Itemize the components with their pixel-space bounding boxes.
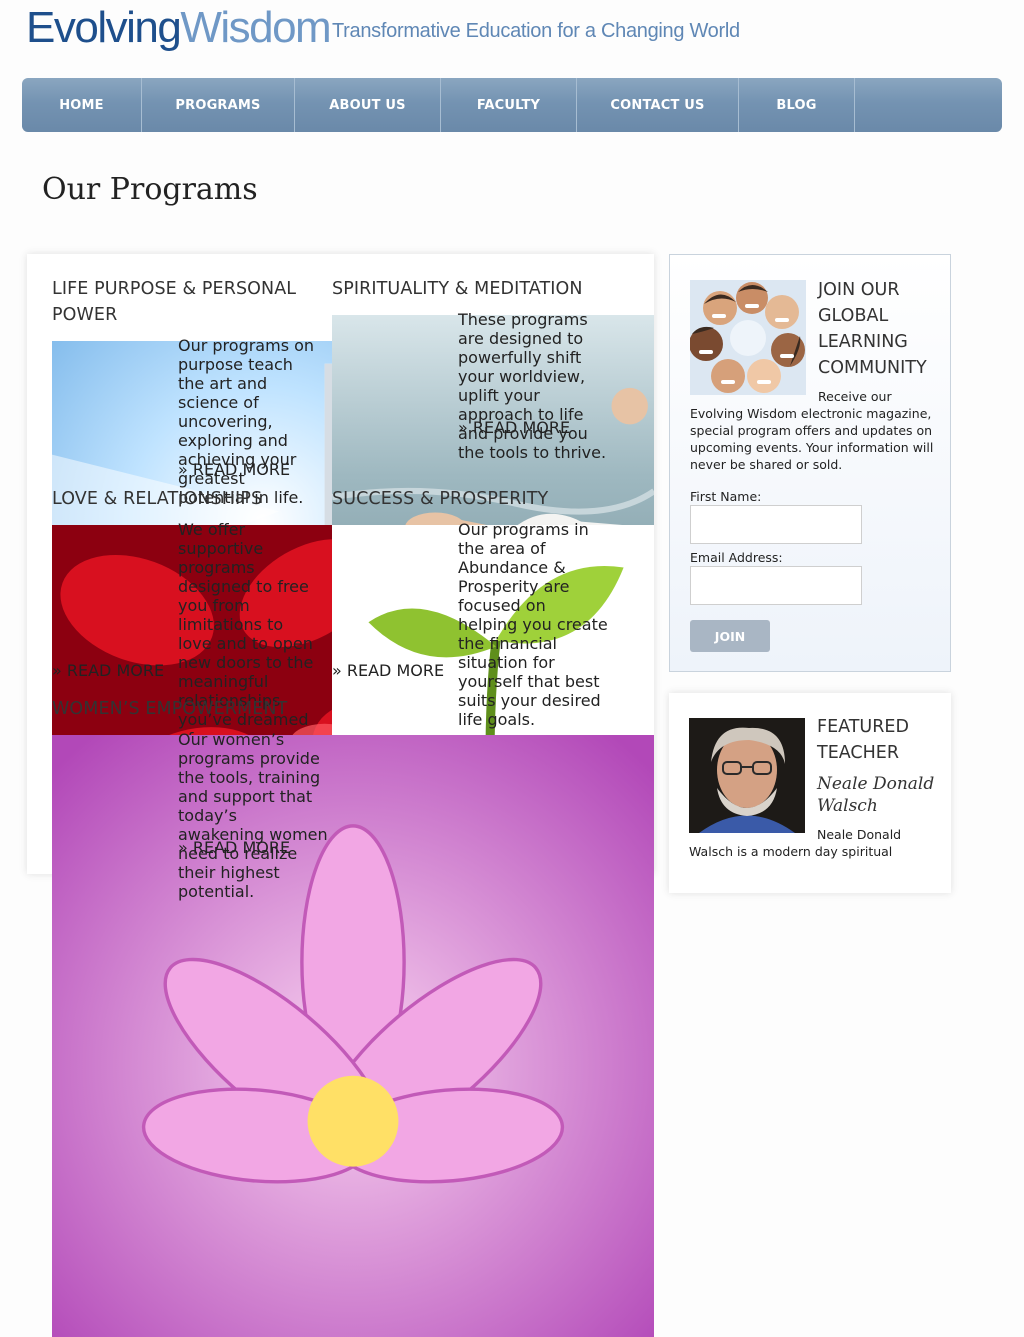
logo-text-wisdom: Wisdom <box>180 3 331 52</box>
read-more-link[interactable]: » READ MORE <box>178 460 290 479</box>
program-title[interactable]: WOMEN’S EMPOWERMENT <box>52 696 352 722</box>
teacher-bio: Neale Donald Walsch is a modern day spir… <box>689 826 937 860</box>
program-life-purpose: LIFE PURPOSE & PERSONAL POWER <box>52 276 312 328</box>
program-womens-empowerment: WOMEN’S EMPOWERMENT <box>52 696 352 722</box>
program-description: Our women’s programs provide the tools, … <box>178 730 328 901</box>
email-input[interactable] <box>690 566 862 605</box>
email-label: Email Address: <box>690 550 783 565</box>
programs-card: LIFE PURPOSE & PERSONAL POWER Our progra… <box>27 254 654 1337</box>
newsletter-signup-box: JOIN OUR GLOBAL LEARNING COMMUNITY Recei… <box>669 254 951 672</box>
nav-item-about-us[interactable]: ABOUT US <box>295 78 441 132</box>
site-header: EvolvingWisdom Transformative Education … <box>0 0 1024 70</box>
program-description: These programs are designed to powerfull… <box>458 310 607 462</box>
read-more-link[interactable]: » READ MORE <box>458 418 570 437</box>
join-button[interactable]: JOIN <box>690 620 770 652</box>
program-love-relationships: LOVE & RELATIONSHIPS <box>52 486 332 512</box>
first-name-input[interactable] <box>690 505 862 544</box>
program-title[interactable]: LIFE PURPOSE & PERSONAL POWER <box>52 276 312 328</box>
first-name-label: First Name: <box>690 489 762 504</box>
nav-item-home[interactable]: HOME <box>22 78 142 132</box>
teacher-name[interactable]: Neale Donald Walsch <box>817 773 947 817</box>
program-spirituality: SPIRITUALITY & MEDITATION <box>332 276 632 302</box>
join-title: JOIN OUR GLOBAL LEARNING COMMUNITY <box>818 280 927 378</box>
program-description: Our programs on purpose teach the art an… <box>178 336 315 507</box>
nav-item-programs[interactable]: PROGRAMS <box>142 78 295 132</box>
logo-text-evolving: Evolving <box>26 3 182 52</box>
main-nav: HOME PROGRAMS ABOUT US FACULTY CONTACT U… <box>22 78 1002 132</box>
join-description-text: Receive our Evolving Wisdom electronic m… <box>690 389 934 472</box>
nav-item-faculty[interactable]: FACULTY <box>441 78 577 132</box>
program-description: Our programs in the area of Abundance & … <box>458 520 608 729</box>
teacher-photo[interactable] <box>689 718 805 833</box>
site-tagline: Transformative Education for a Changing … <box>332 20 740 42</box>
program-title[interactable]: SUCCESS & PROSPERITY <box>332 486 612 512</box>
featured-teacher-title: FEATURED TEACHER <box>817 717 909 763</box>
site-logo[interactable]: EvolvingWisdom <box>26 2 332 54</box>
read-more-link[interactable]: » READ MORE <box>52 661 164 680</box>
lotus-flower-image[interactable] <box>52 735 654 1337</box>
page-title: Our Programs <box>42 172 258 207</box>
read-more-link[interactable]: » READ MORE <box>178 838 290 857</box>
community-photo <box>690 280 806 395</box>
join-description: Receive our Evolving Wisdom electronic m… <box>690 388 938 473</box>
program-success-prosperity: SUCCESS & PROSPERITY <box>332 486 612 512</box>
read-more-link[interactable]: » READ MORE <box>332 661 444 680</box>
teacher-bio-text: Neale Donald Walsch is a modern day spir… <box>689 827 902 859</box>
program-title[interactable]: LOVE & RELATIONSHIPS <box>52 486 332 512</box>
nav-item-blog[interactable]: BLOG <box>739 78 855 132</box>
program-title[interactable]: SPIRITUALITY & MEDITATION <box>332 276 632 302</box>
featured-teacher-box: FEATURED TEACHER Neale Donald Walsch Nea… <box>669 693 951 893</box>
nav-item-contact-us[interactable]: CONTACT US <box>577 78 739 132</box>
